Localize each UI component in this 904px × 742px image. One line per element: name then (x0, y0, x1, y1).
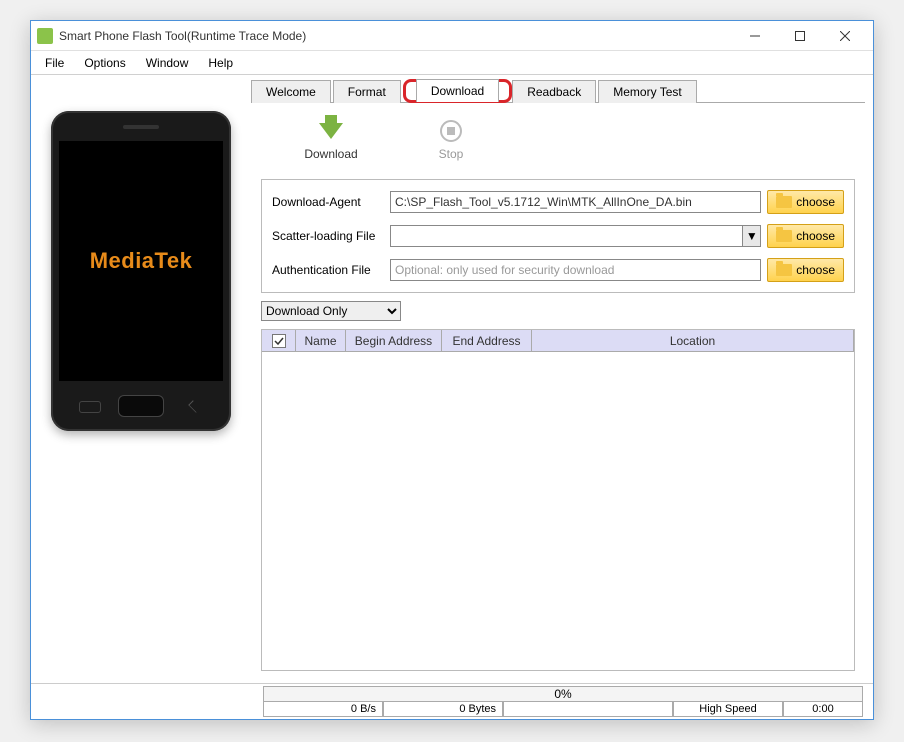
maximize-button[interactable] (777, 22, 822, 50)
close-button[interactable] (822, 22, 867, 50)
phone-menu-icon (79, 401, 101, 413)
choose-label: choose (796, 263, 835, 277)
tab-welcome[interactable]: Welcome (251, 80, 331, 103)
mode-dropdown[interactable]: Download Only (261, 301, 401, 321)
status-empty (503, 702, 673, 717)
phone-back-icon (185, 399, 203, 413)
input-scatter[interactable] (390, 225, 743, 247)
choose-download-agent[interactable]: choose (767, 190, 844, 214)
minimize-button[interactable] (732, 22, 777, 50)
download-label: Download (304, 147, 357, 161)
menu-window[interactable]: Window (136, 53, 199, 73)
folder-icon (776, 264, 792, 276)
tab-download[interactable]: Download (416, 79, 499, 102)
stop-icon (437, 117, 465, 145)
choose-label: choose (796, 229, 835, 243)
close-icon (840, 31, 850, 41)
status-time: 0:00 (783, 702, 863, 717)
phone-screen: MediaTek (59, 141, 223, 381)
stop-button[interactable]: Stop (421, 117, 481, 161)
mediatek-logo: MediaTek (90, 248, 193, 274)
download-button[interactable]: Download (301, 117, 361, 161)
tab-memory-test[interactable]: Memory Test (598, 80, 696, 103)
status-bar: 0% 0 B/s 0 Bytes High Speed 0:00 (31, 683, 873, 719)
label-download-agent: Download-Agent (272, 195, 384, 209)
tab-strip: Welcome Format Download Readback Memory … (251, 79, 865, 103)
choose-scatter[interactable]: choose (767, 224, 844, 248)
col-begin-address[interactable]: Begin Address (346, 330, 442, 351)
right-pane: Welcome Format Download Readback Memory … (251, 75, 873, 683)
choose-label: choose (796, 195, 835, 209)
progress-bar: 0% (263, 686, 863, 702)
col-checkbox[interactable] (262, 330, 296, 351)
menu-options[interactable]: Options (74, 53, 135, 73)
tab-download-highlight: Download (403, 79, 512, 103)
mode-row: Download Only (261, 301, 855, 321)
status-connection: High Speed (673, 702, 783, 717)
stop-label: Stop (439, 147, 464, 161)
fields-box: Download-Agent choose Scatter-loading Fi… (261, 179, 855, 293)
folder-icon (776, 196, 792, 208)
phone-speaker-icon (123, 125, 159, 129)
input-auth[interactable] (390, 259, 761, 281)
row-auth: Authentication File choose (272, 258, 844, 282)
app-icon (37, 28, 53, 44)
partition-grid[interactable]: Name Begin Address End Address Location (261, 329, 855, 671)
phone-home-icon (118, 395, 164, 417)
app-window: Smart Phone Flash Tool(Runtime Trace Mod… (30, 20, 874, 720)
left-pane: MediaTek (31, 75, 251, 683)
tab-readback[interactable]: Readback (512, 80, 596, 103)
folder-icon (776, 230, 792, 242)
menu-file[interactable]: File (35, 53, 74, 73)
row-scatter: Scatter-loading File ▼ choose (272, 224, 844, 248)
phone-illustration: MediaTek (51, 111, 231, 431)
choose-auth[interactable]: choose (767, 258, 844, 282)
main-body: MediaTek Welcome Format Download Readbac… (31, 75, 873, 683)
status-bytes: 0 Bytes (383, 702, 503, 717)
tab-format[interactable]: Format (333, 80, 401, 103)
progress-text: 0% (554, 687, 571, 701)
check-icon (274, 336, 284, 346)
mode-dropdown-wrap: Download Only (261, 301, 401, 321)
menu-bar: File Options Window Help (31, 51, 873, 75)
col-end-address[interactable]: End Address (442, 330, 532, 351)
title-bar: Smart Phone Flash Tool(Runtime Trace Mod… (31, 21, 873, 51)
row-download-agent: Download-Agent choose (272, 190, 844, 214)
minimize-icon (750, 31, 760, 41)
status-rate: 0 B/s (263, 702, 383, 717)
col-name[interactable]: Name (296, 330, 346, 351)
window-title: Smart Phone Flash Tool(Runtime Trace Mod… (59, 29, 732, 43)
tab-content: Download Stop Download-Agent choose (251, 103, 865, 679)
toolbar: Download Stop (261, 111, 855, 171)
download-arrow-icon (317, 117, 345, 145)
window-controls (732, 22, 867, 50)
maximize-icon (795, 31, 805, 41)
chevron-down-icon: ▼ (746, 229, 758, 243)
menu-help[interactable]: Help (198, 53, 243, 73)
grid-header: Name Begin Address End Address Location (262, 330, 854, 352)
status-strip: 0 B/s 0 Bytes High Speed 0:00 (263, 702, 863, 717)
input-download-agent[interactable] (390, 191, 761, 213)
label-auth: Authentication File (272, 263, 384, 277)
scatter-dropdown-button[interactable]: ▼ (743, 225, 761, 247)
label-scatter: Scatter-loading File (272, 229, 384, 243)
col-location[interactable]: Location (532, 330, 854, 351)
header-checkbox[interactable] (272, 334, 286, 348)
